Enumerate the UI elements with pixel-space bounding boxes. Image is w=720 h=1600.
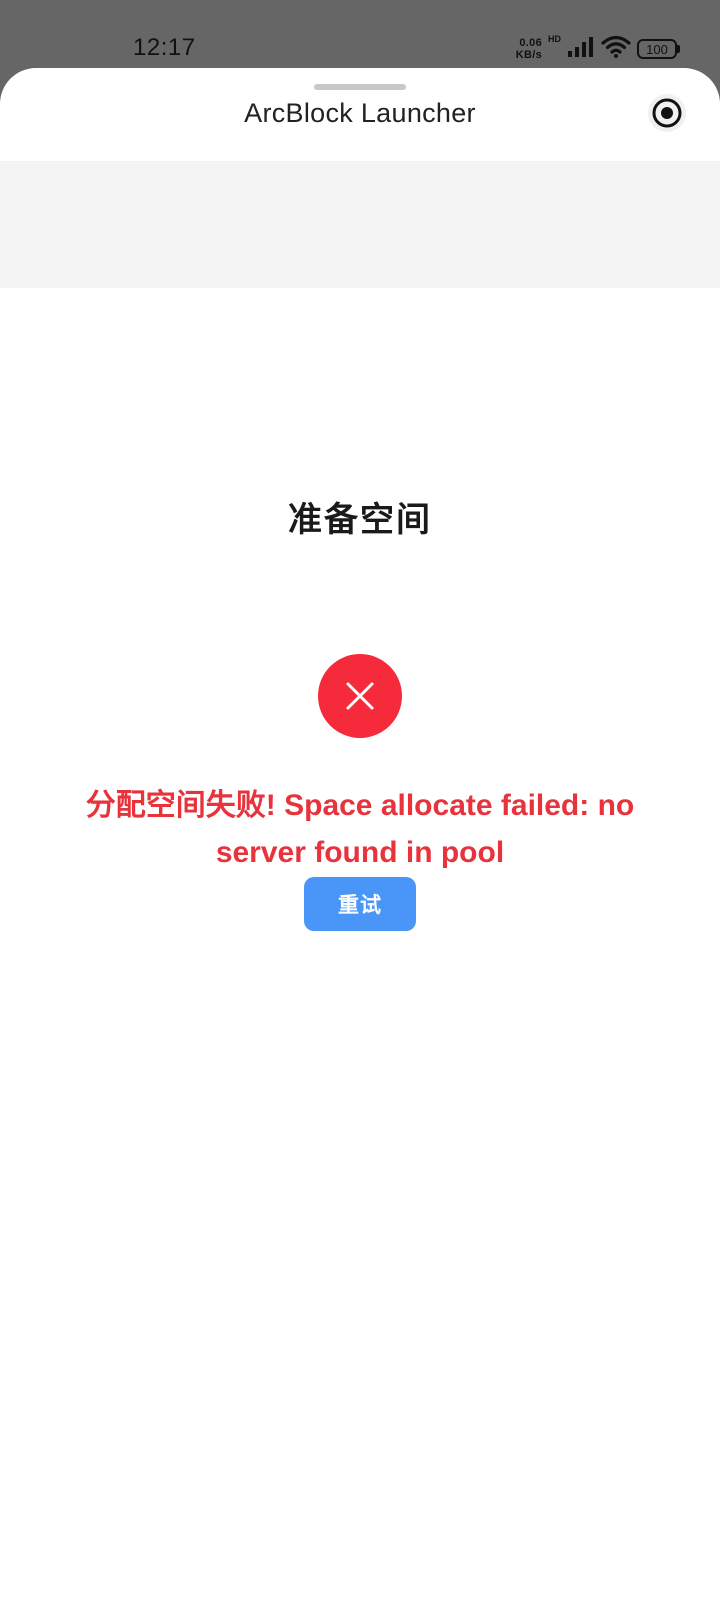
status-icons: 0.06 KB/s HD 100 (516, 34, 680, 64)
banner-placeholder (0, 161, 720, 288)
network-speed-value: 0.06 (519, 37, 542, 49)
error-message: 分配空间失败! Space allocate failed: no server… (85, 789, 635, 869)
signal-icon (567, 36, 595, 63)
battery-icon: 100 (637, 39, 680, 59)
sheet-title: ArcBlock Launcher (244, 98, 476, 128)
status-bar: 12:17 0.06 KB/s HD 100 (0, 0, 720, 68)
wifi-icon (601, 35, 631, 64)
network-speed-unit: KB/s (515, 49, 542, 61)
hd-tag: HD (548, 34, 561, 44)
retry-button[interactable]: 重试 (304, 877, 416, 931)
page-title: 准备空间 (288, 501, 432, 539)
battery-level: 100 (637, 39, 677, 59)
bottom-sheet: ArcBlock Launcher 准备空间 分配空间失败! Space all… (0, 68, 720, 1600)
network-speed: 0.06 KB/s (516, 37, 542, 61)
battery-tip (677, 45, 680, 53)
target-icon[interactable] (648, 94, 686, 132)
status-time: 12:17 (133, 34, 196, 61)
drag-handle[interactable] (314, 84, 406, 90)
close-icon (318, 654, 402, 738)
